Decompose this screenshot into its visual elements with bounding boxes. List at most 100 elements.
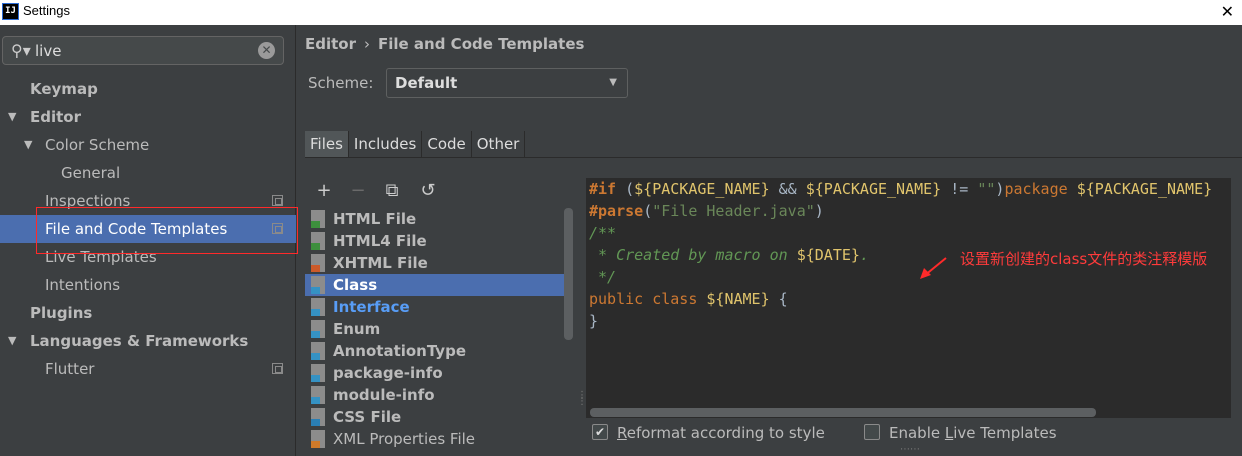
tab-includes[interactable]: Includes [348,131,423,157]
sidebar-item-color-scheme[interactable]: ▼ Color Scheme [0,131,296,159]
list-scrollbar[interactable] [564,208,573,340]
template-list-panel: + − ⧉ ↺ HTML File HTML4 File XHTML File … [305,178,575,456]
html-file-icon [311,210,325,228]
scheme-label: Scheme: [308,74,374,92]
list-item[interactable]: package-info [305,362,573,384]
list-item[interactable]: CSS File [305,406,573,428]
sidebar-item-intentions[interactable]: Intentions [0,271,296,299]
list-item[interactable]: XML Properties File [305,428,573,450]
code-line: * Created by macro on ${DATE}. [589,246,869,264]
remove-template-button[interactable]: − [347,178,369,204]
sidebar-item-flutter[interactable]: Flutter [0,355,296,383]
project-settings-icon [272,363,283,374]
search-input[interactable] [35,40,255,61]
annotation-text: 设置新创建的class文件的类注释模版 [960,250,1208,268]
list-item-label: XHTML File [333,254,428,272]
sidebar-item-label: Flutter [45,360,95,378]
list-item[interactable]: module-info [305,384,573,406]
copy-template-button[interactable]: ⧉ [381,178,403,204]
list-item-label: XML Properties File [333,430,476,448]
list-item[interactable]: AnnotationType [305,340,573,362]
list-item-label: CSS File [333,408,402,426]
chevron-down-icon: ▼ [609,77,617,88]
java-file-icon [311,298,325,316]
java-file-icon [311,320,325,338]
sidebar-item-label: Intentions [45,276,121,294]
splitter-handle[interactable]: ⋮ ⋮ [577,391,587,411]
search-icon[interactable]: ⚲▾ [11,41,31,60]
sidebar-item-keymap[interactable]: Keymap [0,75,296,103]
reformat-label[interactable]: Reformat according to style [617,424,825,442]
list-item-label: HTML File [333,210,417,228]
tab-files[interactable]: Files [305,131,349,157]
expand-arrow-icon[interactable]: ▼ [8,327,16,355]
list-item-label: Enum [333,320,381,338]
annotation-arrow-icon [920,257,947,279]
code-line: #if (${PACKAGE_NAME} && ${PACKAGE_NAME} … [589,180,1213,198]
breadcrumb-part: File and Code Templates [378,35,585,53]
java-file-icon [311,342,325,360]
title-bar: IJ Settings ✕ [0,0,1242,25]
enable-live-templates-label[interactable]: Enable Live Templates [889,424,1057,442]
sidebar-item-label: Live Templates [45,248,157,266]
intellij-logo-icon: IJ [2,3,19,20]
sidebar-item-label: Inspections [45,192,131,210]
tab-other[interactable]: Other [471,131,526,157]
sidebar-item-label: Keymap [30,80,98,98]
breadcrumb: Editor › File and Code Templates [305,35,584,53]
search-box[interactable]: ⚲▾ ✕ [2,36,284,65]
add-template-button[interactable]: + [313,178,335,204]
breadcrumb-separator: › [364,35,370,53]
list-item-class[interactable]: Class [305,274,573,296]
project-settings-icon [272,223,283,234]
scheme-value: Default [395,74,458,92]
code-line: */ [589,268,617,286]
sidebar-item-general[interactable]: General [0,159,296,187]
close-icon[interactable]: ✕ [1221,2,1234,21]
template-code-editor[interactable]: #if (${PACKAGE_NAME} && ${PACKAGE_NAME} … [586,178,1231,418]
list-item-label: module-info [333,386,435,404]
sidebar-item-live-templates[interactable]: Live Templates [0,243,296,271]
list-item[interactable]: Enum [305,318,573,340]
expand-arrow-icon[interactable]: ▼ [24,131,32,159]
sidebar-item-languages-frameworks[interactable]: ▼ Languages & Frameworks [0,327,296,355]
editor-horizontal-scrollbar[interactable] [590,408,1096,417]
clear-search-icon[interactable]: ✕ [258,42,275,59]
scheme-dropdown[interactable]: Default ▼ [386,68,628,98]
splitter-handle[interactable]: ⋯⋯ [900,444,920,455]
sidebar-item-inspections[interactable]: Inspections [0,187,296,215]
sidebar-item-label: Color Scheme [45,136,150,154]
list-item[interactable]: Interface [305,296,573,318]
list-item[interactable]: XHTML File [305,252,573,274]
expand-arrow-icon[interactable]: ▼ [8,103,16,131]
list-item-label: Interface [333,298,410,316]
enable-live-templates-checkbox[interactable] [864,424,880,440]
java-file-icon [311,276,325,294]
tab-code[interactable]: Code [422,131,472,157]
xhtml-file-icon [311,254,325,272]
editor-vertical-scrollbar[interactable] [1232,178,1242,418]
list-item[interactable]: HTML File [305,208,573,230]
sidebar-item-file-and-code-templates[interactable]: File and Code Templates [0,215,296,243]
sidebar-item-editor[interactable]: ▼ Editor [0,103,296,131]
tab-divider [305,157,1242,158]
list-item-label: Class [333,276,378,294]
java-file-icon [311,386,325,404]
list-item-label: package-info [333,364,443,382]
list-item-label: HTML4 File [333,232,427,250]
code-line: #parse("File Header.java") [589,202,824,220]
sidebar-item-plugins[interactable]: Plugins [0,299,296,327]
settings-sidebar: ⚲▾ ✕ Keymap ▼ Editor ▼ Color Scheme Gene… [0,25,296,456]
list-item[interactable]: HTML4 File [305,230,573,252]
sidebar-item-label: Languages & Frameworks [30,332,249,350]
project-settings-icon [272,195,283,206]
reset-template-button[interactable]: ↺ [417,178,439,204]
reformat-checkbox[interactable]: ✔ [592,424,608,440]
xml-file-icon [311,430,325,448]
code-line: public class ${NAME} { [589,290,788,308]
html-file-icon [311,232,325,250]
sidebar-item-label: Editor [30,108,81,126]
code-line: } [589,312,599,330]
window-title: Settings [23,3,70,18]
sidebar-item-label: General [61,164,121,182]
